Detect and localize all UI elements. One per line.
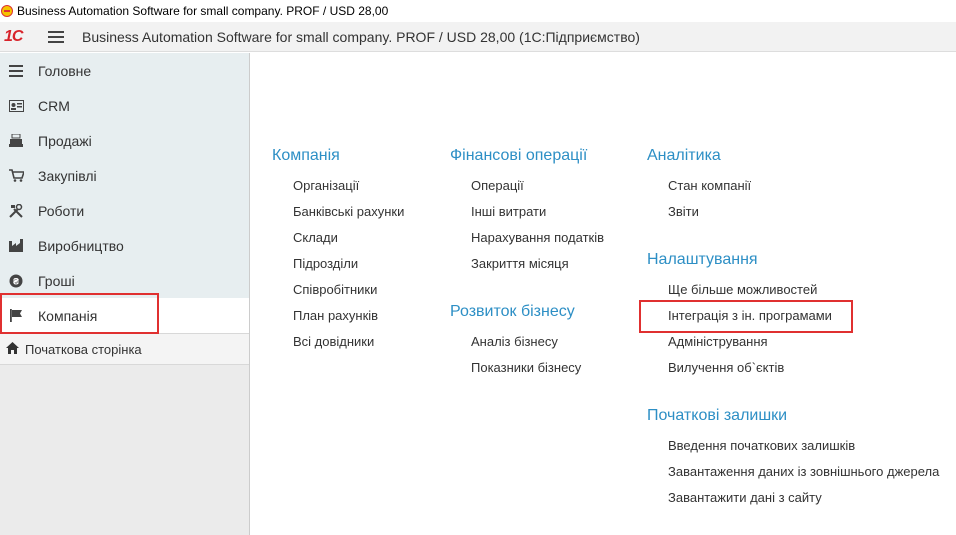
link-organizations[interactable]: Організації (272, 178, 404, 204)
link-delete-objects[interactable]: Вилучення об`єктів (647, 360, 832, 386)
factory-icon (8, 238, 24, 254)
section-label: Закупівлі (38, 167, 97, 184)
section-content: Компанія Організації Банківські рахунки … (251, 53, 956, 535)
section-money[interactable]: ₴ Гроші (0, 263, 249, 298)
group-title: Аналітика (647, 147, 721, 164)
link-import-external-data[interactable]: Завантаження даних із зовнішнього джерел… (647, 464, 939, 490)
link-more-features[interactable]: Ще більше можливостей (647, 282, 832, 308)
cash-register-icon (8, 133, 24, 149)
section-label: Гроші (38, 272, 75, 289)
1c-logo-icon: 1С (4, 27, 23, 45)
flag-icon (8, 308, 24, 324)
group-title: Компанія (272, 147, 340, 164)
link-enter-opening-balances[interactable]: Введення початкових залишків (647, 438, 939, 464)
group-title: Налаштування (647, 251, 758, 268)
link-business-indicators[interactable]: Показники бізнесу (450, 360, 581, 386)
section-production[interactable]: Виробництво (0, 228, 249, 263)
section-sales[interactable]: Продажі (0, 123, 249, 158)
home-page-link[interactable]: Початкова сторінка (0, 333, 249, 365)
link-integration[interactable]: Інтеграція з ін. програмами (647, 308, 832, 334)
link-reports[interactable]: Звіти (647, 204, 751, 230)
section-label: CRM (38, 97, 70, 114)
group-analytics: Аналітика Стан компанії Звіти (647, 147, 751, 230)
shopping-cart-icon (8, 168, 24, 184)
group-company: Компанія Організації Банківські рахунки … (272, 147, 404, 360)
section-label: Продажі (38, 132, 92, 149)
link-operations[interactable]: Операції (450, 178, 604, 204)
group-finance: Фінансові операції Операції Інші витрати… (450, 147, 604, 282)
section-main[interactable]: Головне (0, 53, 249, 88)
group-title: Початкові залишки (647, 407, 788, 424)
contact-card-icon (8, 98, 24, 114)
section-purchases[interactable]: Закупівлі (0, 158, 249, 193)
link-warehouses[interactable]: Склади (272, 230, 404, 256)
group-title: Фінансові операції (450, 147, 588, 164)
group-business-development: Розвиток бізнесу Аналіз бізнесу Показник… (450, 303, 581, 386)
section-label: Виробництво (38, 237, 124, 254)
tools-icon (8, 203, 24, 219)
home-label: Початкова сторінка (25, 341, 142, 357)
svg-text:₴: ₴ (13, 276, 19, 286)
window-title: Business Automation Software for small c… (17, 4, 389, 18)
link-company-status[interactable]: Стан компанії (647, 178, 751, 204)
section-label: Головне (38, 62, 92, 79)
app-logo-icon (1, 5, 13, 17)
link-tax-accrual[interactable]: Нарахування податків (450, 230, 604, 256)
sections-panel: Головне CRM Продажі Закупівлі Роботи Вир… (0, 53, 250, 535)
link-bank-accounts[interactable]: Банківські рахунки (272, 204, 404, 230)
link-import-from-site[interactable]: Завантажити дані з сайту (647, 490, 939, 516)
app-header: 1С Business Automation Software for smal… (0, 22, 956, 52)
link-business-analysis[interactable]: Аналіз бізнесу (450, 334, 581, 360)
link-other-expenses[interactable]: Інші витрати (450, 204, 604, 230)
main-menu-icon[interactable] (48, 30, 64, 43)
menu-lines-icon (8, 63, 24, 79)
link-administration[interactable]: Адміністрування (647, 334, 832, 360)
link-departments[interactable]: Підрозділи (272, 256, 404, 282)
link-chart-of-accounts[interactable]: План рахунків (272, 308, 404, 334)
link-employees[interactable]: Співробітники (272, 282, 404, 308)
window-titlebar: Business Automation Software for small c… (0, 0, 956, 22)
group-title: Розвиток бізнесу (450, 303, 575, 320)
section-works[interactable]: Роботи (0, 193, 249, 228)
app-title: Business Automation Software for small c… (82, 28, 640, 45)
section-label: Роботи (38, 202, 85, 219)
section-label: Компанія (38, 307, 98, 324)
link-all-catalogs[interactable]: Всі довідники (272, 334, 404, 360)
coin-icon: ₴ (8, 273, 24, 289)
section-crm[interactable]: CRM (0, 88, 249, 123)
group-opening-balances: Початкові залишки Введення початкових за… (647, 407, 939, 516)
group-settings: Налаштування Ще більше можливостей Інтег… (647, 251, 832, 386)
section-company[interactable]: Компанія (0, 298, 249, 333)
link-month-closing[interactable]: Закриття місяця (450, 256, 604, 282)
home-icon (4, 341, 20, 357)
